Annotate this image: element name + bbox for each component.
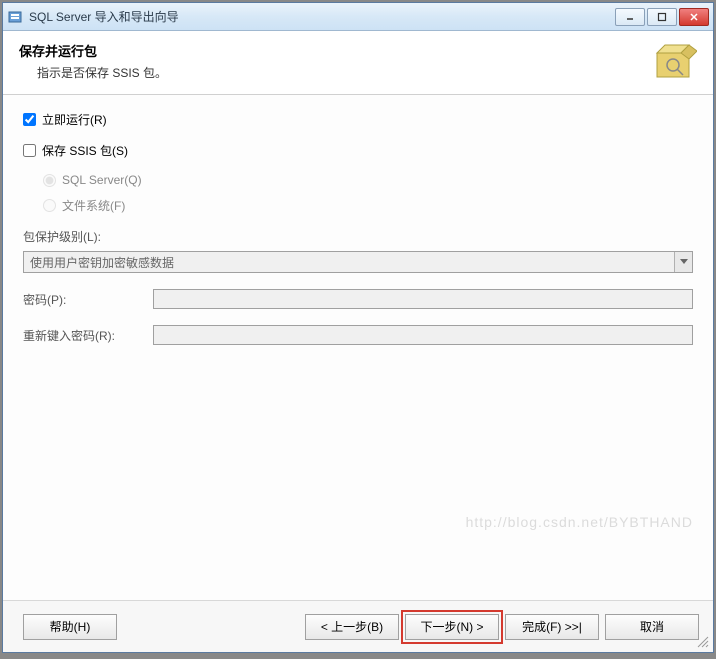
file-system-radio-input — [43, 199, 56, 212]
next-button[interactable]: 下一步(N) > — [405, 614, 499, 640]
window-controls — [615, 8, 709, 26]
run-immediately-input[interactable] — [23, 113, 36, 126]
protection-level-dropdown: 使用用户密钥加密敏感数据 — [23, 251, 693, 273]
finish-button[interactable]: 完成(F) >>| — [505, 614, 599, 640]
run-immediately-label: 立即运行(R) — [42, 111, 107, 128]
password-row: 密码(P): — [23, 289, 693, 309]
sql-server-radio: SQL Server(Q) — [43, 173, 693, 187]
page-title: 保存并运行包 — [19, 41, 167, 60]
sql-server-radio-input — [43, 174, 56, 187]
back-button[interactable]: < 上一步(B) — [305, 614, 399, 640]
save-ssis-checkbox[interactable]: 保存 SSIS 包(S) — [23, 142, 693, 159]
password-label: 密码(P): — [23, 291, 153, 308]
help-button[interactable]: 帮助(H) — [23, 614, 117, 640]
wizard-footer: 帮助(H) < 上一步(B) 下一步(N) > 完成(F) >>| 取消 — [3, 600, 713, 652]
password-input — [153, 289, 693, 309]
save-ssis-label: 保存 SSIS 包(S) — [42, 142, 128, 159]
app-icon — [7, 9, 23, 25]
file-system-radio: 文件系统(F) — [43, 197, 693, 214]
maximize-button[interactable] — [647, 8, 677, 26]
cancel-button[interactable]: 取消 — [605, 614, 699, 640]
wizard-body: 立即运行(R) 保存 SSIS 包(S) SQL Server(Q) 文件系统(… — [3, 95, 713, 600]
protection-level-label: 包保护级别(L): — [23, 228, 693, 245]
watermark-text: http://blog.csdn.net/BYBTHAND — [466, 514, 693, 530]
wizard-header: 保存并运行包 指示是否保存 SSIS 包。 — [3, 31, 713, 95]
titlebar[interactable]: SQL Server 导入和导出向导 — [3, 3, 713, 31]
wizard-window: SQL Server 导入和导出向导 保存并运行包 指示是否保存 SSIS 包。 — [2, 2, 714, 653]
retype-password-input — [153, 325, 693, 345]
save-ssis-input[interactable] — [23, 144, 36, 157]
retype-password-row: 重新键入密码(R): — [23, 325, 693, 345]
retype-password-label: 重新键入密码(R): — [23, 327, 153, 344]
file-system-radio-label: 文件系统(F) — [62, 197, 125, 214]
resize-grip-icon[interactable] — [695, 634, 709, 648]
page-subtitle: 指示是否保存 SSIS 包。 — [37, 64, 167, 81]
close-button[interactable] — [679, 8, 709, 26]
protection-level-value: 使用用户密钥加密敏感数据 — [30, 254, 174, 271]
sql-server-radio-label: SQL Server(Q) — [62, 173, 142, 187]
minimize-button[interactable] — [615, 8, 645, 26]
package-icon — [649, 39, 697, 87]
window-title: SQL Server 导入和导出向导 — [29, 8, 615, 25]
chevron-down-icon — [674, 252, 692, 272]
storage-radio-group: SQL Server(Q) 文件系统(F) — [43, 173, 693, 214]
run-immediately-checkbox[interactable]: 立即运行(R) — [23, 111, 693, 128]
